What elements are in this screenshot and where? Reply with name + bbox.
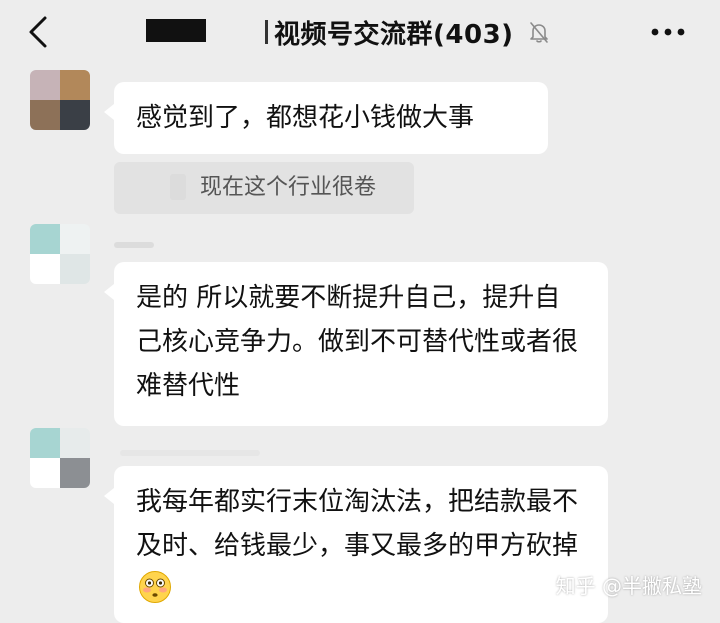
avatar[interactable] <box>30 224 90 284</box>
message-text: 感觉到了，都想花小钱做大事 <box>136 103 475 133</box>
quote-author-redaction <box>170 174 186 200</box>
avatar-tile <box>60 224 90 254</box>
more-options-button[interactable] <box>648 14 688 50</box>
chat-header: 视频号交流群(403) <box>0 0 720 70</box>
avatar-tile <box>60 458 90 488</box>
avatar-tile <box>60 70 90 100</box>
avatar[interactable] <box>30 70 90 130</box>
avatar-tile <box>30 224 60 254</box>
avatar-tile <box>60 254 90 284</box>
avatar-tile <box>30 70 60 100</box>
flushed-face-emoji <box>139 571 171 603</box>
chat-title: 视频号交流群(403) <box>274 19 514 50</box>
message-text: 我每年都实行末位淘汰法，把结款最不及时、给钱最少，事又最多的甲方砍掉 <box>136 487 579 561</box>
nickname-redaction <box>120 450 260 456</box>
title-separator <box>265 20 268 44</box>
avatar-tile <box>30 254 60 284</box>
nickname-redaction <box>114 242 154 248</box>
avatar-tile <box>30 100 60 130</box>
watermark: 知乎 @半撇私塾 <box>556 570 702 599</box>
chat-title-group[interactable]: 视频号交流群(403) <box>265 12 552 52</box>
chevron-left-icon <box>29 16 47 48</box>
bell-muted-icon <box>526 19 552 45</box>
redaction-block <box>146 19 206 42</box>
message-text: 是的 所以就要不断提升自己，提升自己核心竞争力。做到不可替代性或者很难替代性 <box>136 283 579 401</box>
chat-screen: 视频号交流群(403) 感觉到了，都想花小钱做大事 现在这个行业很卷 是的 所以… <box>0 0 720 623</box>
avatar-tile <box>60 428 90 458</box>
avatar-tile <box>60 100 90 130</box>
more-horizontal-icon <box>651 28 685 36</box>
message-bubble[interactable]: 感觉到了，都想花小钱做大事 <box>104 82 548 154</box>
quote-text: 现在这个行业很卷 <box>200 175 377 200</box>
message-bubble[interactable]: 是的 所以就要不断提升自己，提升自己核心竞争力。做到不可替代性或者很难替代性 <box>104 262 608 426</box>
avatar-tile <box>30 458 60 488</box>
watermark-text: 知乎 @半撇私塾 <box>555 574 702 598</box>
avatar-tile <box>30 428 60 458</box>
back-button[interactable] <box>18 12 58 52</box>
message-bubble[interactable]: 我每年都实行末位淘汰法，把结款最不及时、给钱最少，事又最多的甲方砍掉 <box>104 466 608 623</box>
avatar[interactable] <box>30 428 90 488</box>
